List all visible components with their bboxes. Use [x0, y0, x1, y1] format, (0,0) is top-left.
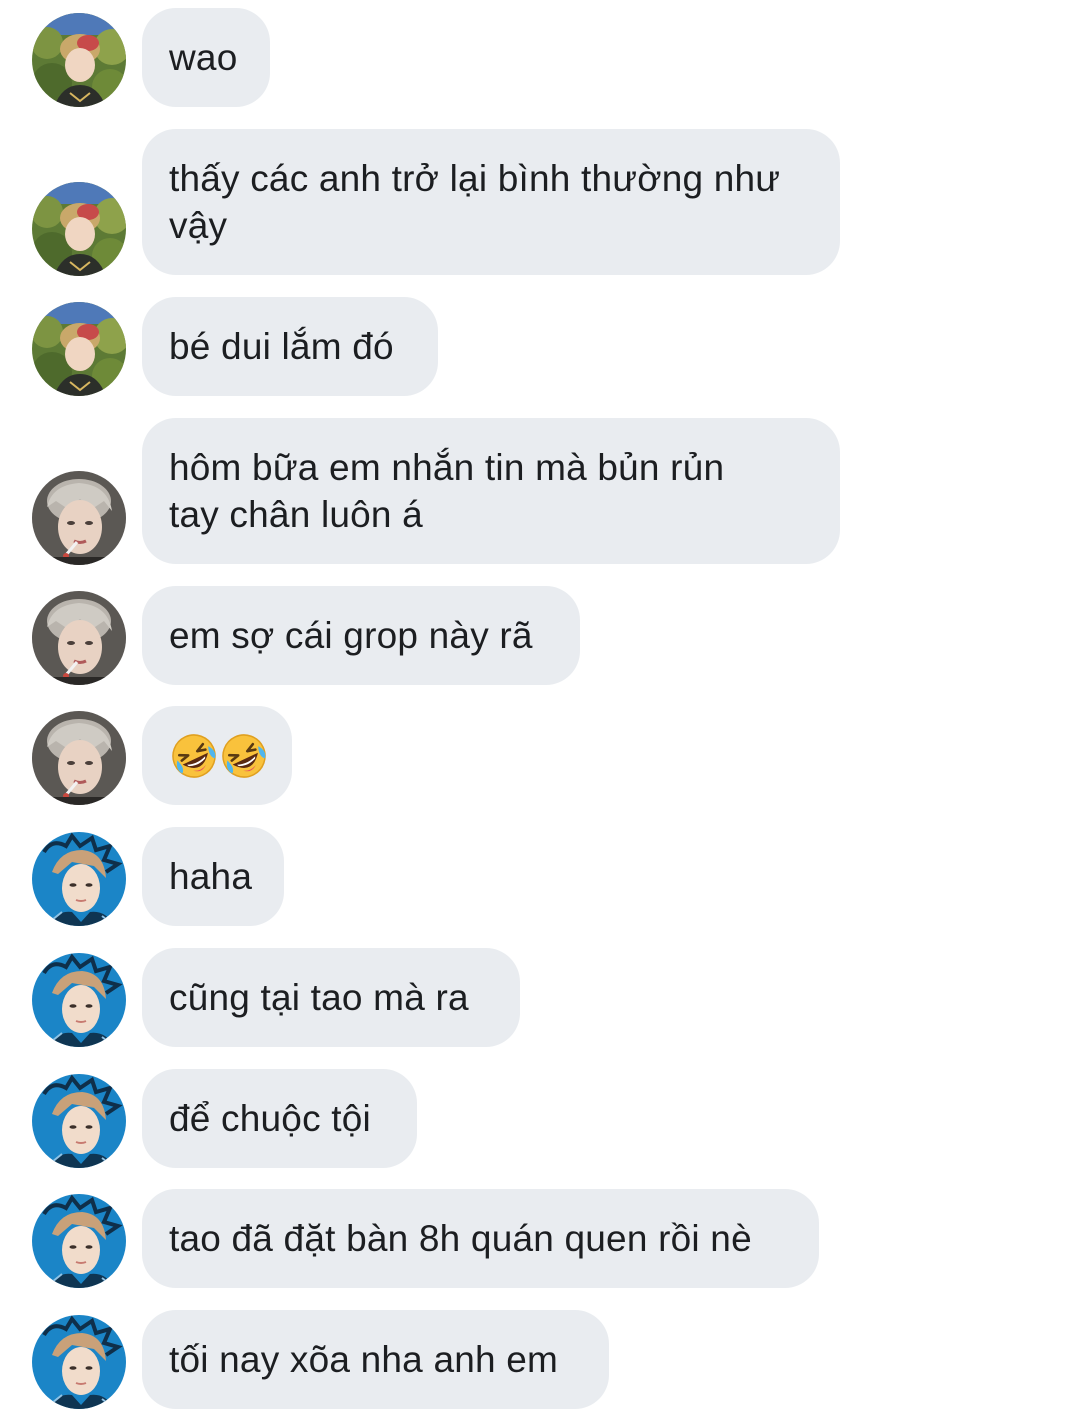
- message-text: để chuộc tội: [169, 1098, 371, 1139]
- message-bubble[interactable]: haha: [142, 827, 284, 926]
- message-bubble[interactable]: em sợ cái grop này rã: [142, 586, 580, 685]
- message-text: tối nay xõa nha anh em: [169, 1339, 559, 1380]
- rolling-on-floor-laughing-icon: [219, 731, 269, 781]
- message-text: hôm bữa em nhắn tin mà bủn rủn tay chân …: [169, 447, 725, 535]
- avatar-user-a[interactable]: [32, 182, 126, 276]
- message-text: wao: [169, 37, 238, 78]
- message-text: em sợ cái grop này rã: [169, 615, 533, 656]
- message-bubble[interactable]: bé dui lắm đó: [142, 297, 438, 396]
- message-text: thấy các anh trở lại bình thường như vậy: [169, 158, 781, 246]
- message-text: haha: [169, 856, 253, 897]
- avatar-user-b[interactable]: [32, 711, 126, 805]
- avatar-user-b[interactable]: [32, 591, 126, 685]
- message-text: tao đã đặt bàn 8h quán quen rồi nè: [169, 1218, 752, 1259]
- message-bubble[interactable]: tao đã đặt bàn 8h quán quen rồi nè: [142, 1189, 819, 1288]
- message-emoji: [169, 731, 269, 781]
- message-bubble[interactable]: để chuộc tội: [142, 1069, 417, 1168]
- avatar-user-a[interactable]: [32, 302, 126, 396]
- message-text: bé dui lắm đó: [169, 326, 394, 367]
- avatar-user-c[interactable]: [32, 832, 126, 926]
- message-bubble[interactable]: cũng tại tao mà ra: [142, 948, 520, 1047]
- message-text: cũng tại tao mà ra: [169, 977, 469, 1018]
- avatar-user-c[interactable]: [32, 1315, 126, 1409]
- rolling-on-floor-laughing-icon: [169, 731, 219, 781]
- message-bubble[interactable]: [142, 706, 292, 805]
- message-thread: wao thấy các anh trở lại bình thường như…: [0, 0, 1080, 1414]
- message-bubble[interactable]: tối nay xõa nha anh em: [142, 1310, 609, 1409]
- avatar-user-c[interactable]: [32, 953, 126, 1047]
- avatar-user-b[interactable]: [32, 471, 126, 565]
- message-bubble[interactable]: hôm bữa em nhắn tin mà bủn rủn tay chân …: [142, 418, 840, 564]
- avatar-user-c[interactable]: [32, 1194, 126, 1288]
- avatar-user-a[interactable]: [32, 13, 126, 107]
- message-bubble[interactable]: thấy các anh trở lại bình thường như vậy: [142, 129, 840, 275]
- avatar-user-c[interactable]: [32, 1074, 126, 1168]
- message-bubble[interactable]: wao: [142, 8, 270, 107]
